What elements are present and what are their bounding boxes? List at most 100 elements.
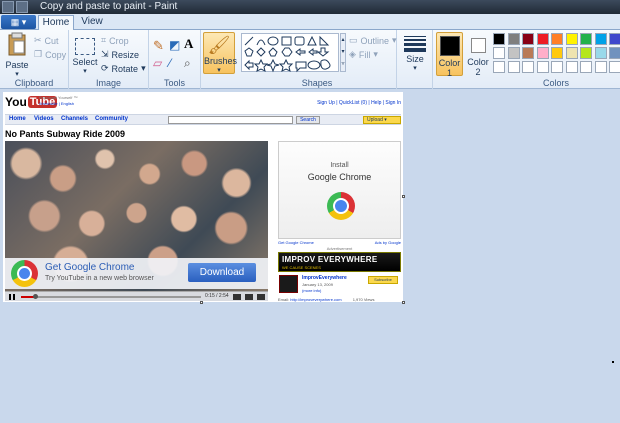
palette-color-swatch[interactable] [594, 47, 607, 59]
pencil-icon[interactable]: ✎ [153, 38, 164, 54]
youtube-upload-button[interactable]: Upload ▾ [363, 116, 401, 124]
palette-color-swatch[interactable] [609, 47, 620, 59]
palette-color-swatch[interactable] [594, 33, 607, 45]
size-button[interactable]: Size ▾ [401, 32, 429, 72]
clipboard-icon [4, 32, 30, 58]
youtube-account-links[interactable]: Sign Up | QuickList (0) | Help | Sign In [317, 100, 401, 106]
color2-swatch [470, 38, 486, 53]
fill-bucket-icon: ◈ [349, 49, 356, 59]
palette-color-swatch[interactable] [507, 47, 520, 59]
palette-color-swatch[interactable] [507, 33, 520, 45]
quick-access-toolbar [2, 1, 28, 13]
chrome-logo-icon [327, 192, 355, 220]
canvas-resize-handle-right[interactable] [402, 195, 405, 198]
nav-channels[interactable]: Channels [61, 116, 88, 122]
palette-color-swatch[interactable] [536, 61, 549, 73]
canvas-resize-handle[interactable] [402, 301, 405, 304]
seek-bar[interactable] [21, 294, 201, 299]
palette-color-swatch[interactable] [551, 33, 563, 45]
video-player[interactable]: Get Google Chrome Try YouTube in a new w… [5, 141, 268, 301]
canvas-resize-handle-bottom[interactable] [200, 301, 203, 304]
text-tool-icon[interactable]: A [184, 36, 193, 52]
palette-color-swatch[interactable] [580, 47, 592, 59]
drawing-canvas[interactable]: You Tube Broadcast Yourself ™ Worldwide |… [3, 92, 403, 302]
outline-button[interactable]: ▭ Outline ▾ [349, 35, 397, 46]
ribbon-tab-bar: ▦ ▾ Home View [0, 14, 620, 30]
chrome-ad-overlay[interactable]: Get Google Chrome Try YouTube in a new w… [5, 258, 268, 289]
palette-color-swatch[interactable] [493, 61, 505, 73]
fill-button[interactable]: ◈ Fill ▾ [349, 49, 378, 60]
canvas-area[interactable]: You Tube Broadcast Yourself ™ Worldwide |… [0, 89, 620, 423]
crop-icon: ⌗ [101, 35, 107, 45]
outline-icon: ▭ [349, 35, 358, 45]
palette-color-swatch[interactable] [522, 47, 534, 59]
tab-home[interactable]: Home [38, 15, 74, 30]
tools-group: ✎ ◩ A ▱ ⁄ ⌕ Tools [149, 30, 201, 89]
palette-color-swatch[interactable] [493, 47, 505, 59]
shapes-gallery[interactable] [241, 33, 339, 73]
save-icon[interactable] [2, 1, 14, 13]
palette-color-swatch[interactable] [580, 33, 592, 45]
select-icon [75, 38, 95, 55]
rotate-icon: ⟳ [101, 63, 109, 73]
nav-community[interactable]: Community [95, 116, 128, 122]
channel-avatar[interactable] [279, 275, 298, 293]
paste-button[interactable]: Paste ▾ [4, 32, 30, 78]
palette-color-swatch[interactable] [565, 47, 578, 59]
palette-color-swatch[interactable] [565, 33, 578, 45]
palette-color-swatch[interactable] [507, 61, 520, 73]
download-button[interactable]: Download [188, 263, 256, 282]
shapes-gallery-icons [244, 35, 331, 73]
palette-color-swatch[interactable] [536, 47, 549, 59]
window-title: Copy and paste to paint - Paint [40, 1, 178, 12]
nav-videos[interactable]: Videos [34, 116, 54, 122]
pause-icon[interactable] [9, 294, 15, 300]
tab-view[interactable]: View [78, 15, 106, 30]
resize-button[interactable]: ⇲ Resize [101, 49, 139, 60]
palette-color-swatch[interactable] [594, 61, 607, 73]
palette-color-swatch[interactable] [565, 61, 578, 73]
chrome-side-ad[interactable]: Install Google Chrome [278, 141, 401, 239]
scissors-icon: ✂ [34, 35, 42, 45]
color2-button[interactable]: Color 2 [466, 32, 490, 77]
eraser-icon[interactable]: ▱ [153, 56, 162, 70]
resize-icon: ⇲ [101, 49, 109, 59]
youtube-search-input[interactable] [168, 116, 293, 124]
fullscreen-icon[interactable] [257, 294, 265, 300]
volume-icon[interactable] [233, 294, 241, 300]
palette-color-swatch[interactable] [609, 61, 620, 73]
color1-button[interactable]: Color 1 [436, 32, 463, 78]
video-time: 0:15 / 2:54 [205, 293, 229, 299]
paint-menu-button[interactable]: ▦ ▾ [1, 15, 36, 29]
colors-group: Colors [492, 30, 620, 89]
copy-button[interactable]: ❐ Copy [34, 49, 66, 60]
rotate-button[interactable]: ⟳ Rotate ▾ [101, 63, 146, 74]
improv-banner[interactable]: IMPROV EVERYWHERE WE CAUSE SCENES [278, 252, 401, 272]
shapes-scroll[interactable]: ▴ ▾ ▿ [340, 33, 346, 72]
palette-color-swatch[interactable] [536, 33, 549, 45]
magnifier-icon[interactable]: ⌕ [184, 56, 191, 71]
youtube-header: You Tube Broadcast Yourself ™ Worldwide |… [3, 92, 403, 114]
palette-color-swatch[interactable] [580, 61, 592, 73]
subscribe-button[interactable]: Subscribe [368, 276, 398, 284]
fill-icon[interactable]: ◩ [169, 38, 180, 52]
palette-color-swatch[interactable] [551, 47, 563, 59]
clipboard-group-label: Clipboard [14, 78, 54, 88]
image-group: Select ▾ ⌗ Crop ⇲ Resize ⟳ Rotate ▾ Image [69, 30, 149, 89]
palette-color-swatch[interactable] [493, 33, 505, 45]
palette-color-swatch[interactable] [551, 61, 563, 73]
widescreen-icon[interactable] [245, 294, 253, 300]
palette-color-swatch[interactable] [522, 33, 534, 45]
color-picker-icon[interactable]: ⁄ [169, 56, 171, 70]
title-bar: Copy and paste to paint - Paint [0, 0, 620, 14]
nav-home[interactable]: Home [9, 116, 26, 122]
undo-icon[interactable] [16, 1, 28, 13]
crop-button[interactable]: ⌗ Crop [101, 35, 129, 46]
youtube-search-button[interactable]: Search [296, 116, 320, 124]
palette-color-swatch[interactable] [609, 33, 620, 45]
palette-color-swatch[interactable] [522, 61, 534, 73]
cut-button[interactable]: ✂ Cut [34, 35, 59, 46]
select-button[interactable]: Select ▾ [72, 32, 98, 75]
shapes-group: ▴ ▾ ▿ ▭ Outline ▾ ◈ Fill ▾ Shapes [238, 30, 397, 89]
brushes-button[interactable]: 🖌 Brushes ▾ [203, 32, 237, 74]
